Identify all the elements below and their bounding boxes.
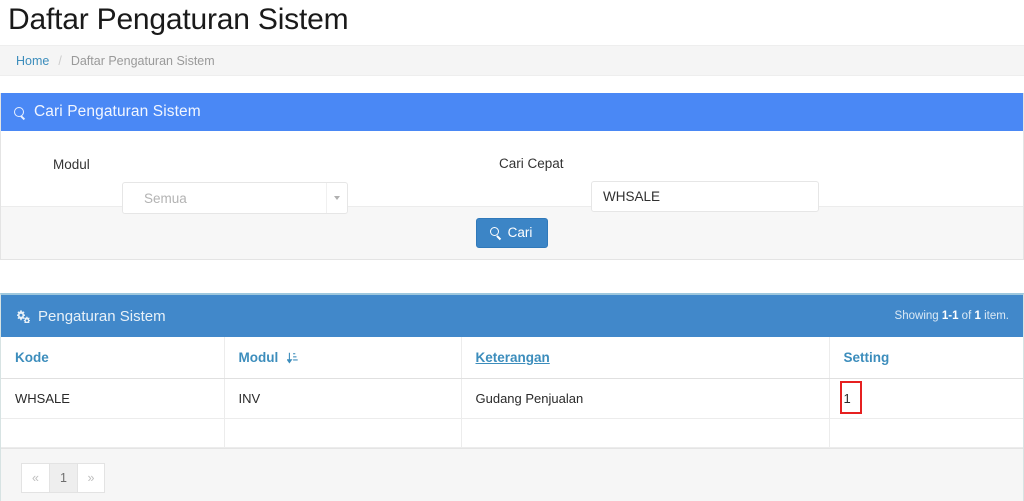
page-root: Daftar Pengaturan Sistem Home / Daftar P… [0,0,1024,501]
cell-setting[interactable]: 1 [828,378,1023,419]
modul-select-value: Semua [144,190,187,206]
cell-keterangan: Gudang Penjualan [460,378,829,419]
search-panel: Cari Pengaturan Sistem Modul Semua Cari … [0,93,1024,260]
result-panel: Pengaturan Sistem Showing 1-1 of 1 item.… [0,293,1024,501]
modul-select[interactable]: Semua [122,182,348,214]
breadcrumb-link-home[interactable]: Home [16,54,49,68]
cari-cepat-input[interactable] [591,181,819,212]
cell-filler [223,418,461,448]
cari-cepat-label: Cari Cepat [499,156,564,171]
result-panel-header: Pengaturan Sistem Showing 1-1 of 1 item. [1,295,1023,337]
search-panel-title: Cari Pengaturan Sistem [34,103,201,120]
search-icon [14,106,27,120]
table-row-filler [1,418,1023,448]
column-header-setting[interactable]: Setting [828,337,1023,379]
pagination-prev[interactable]: « [21,462,49,493]
cari-submit-label: Cari [507,224,533,240]
cell-filler [460,418,829,448]
table-header-row: Kode Modul Keterangan Setting [1,337,1023,379]
cell-kode: WHSALE [1,378,224,419]
modul-label: Modul [53,157,90,172]
pagination-page-1[interactable]: 1 [49,462,77,493]
settings-table: Kode Modul Keterangan Setting WHSALE INV… [1,337,1023,448]
cogs-icon [15,309,31,328]
cell-filler [1,418,224,448]
cell-setting-value: 1 [843,391,851,406]
showing-prefix: Showing [894,310,942,322]
column-header-keterangan[interactable]: Keterangan [460,337,829,379]
result-panel-title: Pengaturan Sistem [38,307,166,325]
sort-amount-asc-icon[interactable] [286,352,298,367]
cell-modul: INV [223,378,461,419]
breadcrumb: Home / Daftar Pengaturan Sistem [0,45,1024,76]
pagination: « 1 » [21,462,105,493]
column-header-setting-link[interactable]: Setting [844,350,890,365]
breadcrumb-separator: / [58,53,62,68]
table-row[interactable]: WHSALE INV Gudang Penjualan 1 [1,378,1023,419]
column-header-keterangan-link[interactable]: Keterangan [476,350,550,365]
search-icon [489,226,502,239]
column-header-kode[interactable]: Kode [1,337,224,379]
pagination-next[interactable]: » [77,462,105,493]
showing-count: Showing 1-1 of 1 item. [895,310,1009,322]
cari-submit-button[interactable]: Cari [475,217,549,249]
chevron-down-icon[interactable] [326,183,347,213]
cell-filler [828,418,1023,448]
column-header-modul-link[interactable]: Modul [239,350,279,365]
showing-range: 1-1 [941,310,959,322]
breadcrumb-current: Daftar Pengaturan Sistem [70,53,215,68]
result-panel-footer: « 1 » [1,448,1023,501]
page-title: Daftar Pengaturan Sistem [8,3,349,36]
search-panel-header: Cari Pengaturan Sistem [1,93,1023,131]
showing-suffix: item. [980,310,1009,322]
showing-middle: of [958,310,975,322]
search-panel-body: Modul Semua Cari Cepat [1,131,1023,214]
column-header-kode-link[interactable]: Kode [15,350,49,365]
column-header-modul[interactable]: Modul [223,337,461,379]
